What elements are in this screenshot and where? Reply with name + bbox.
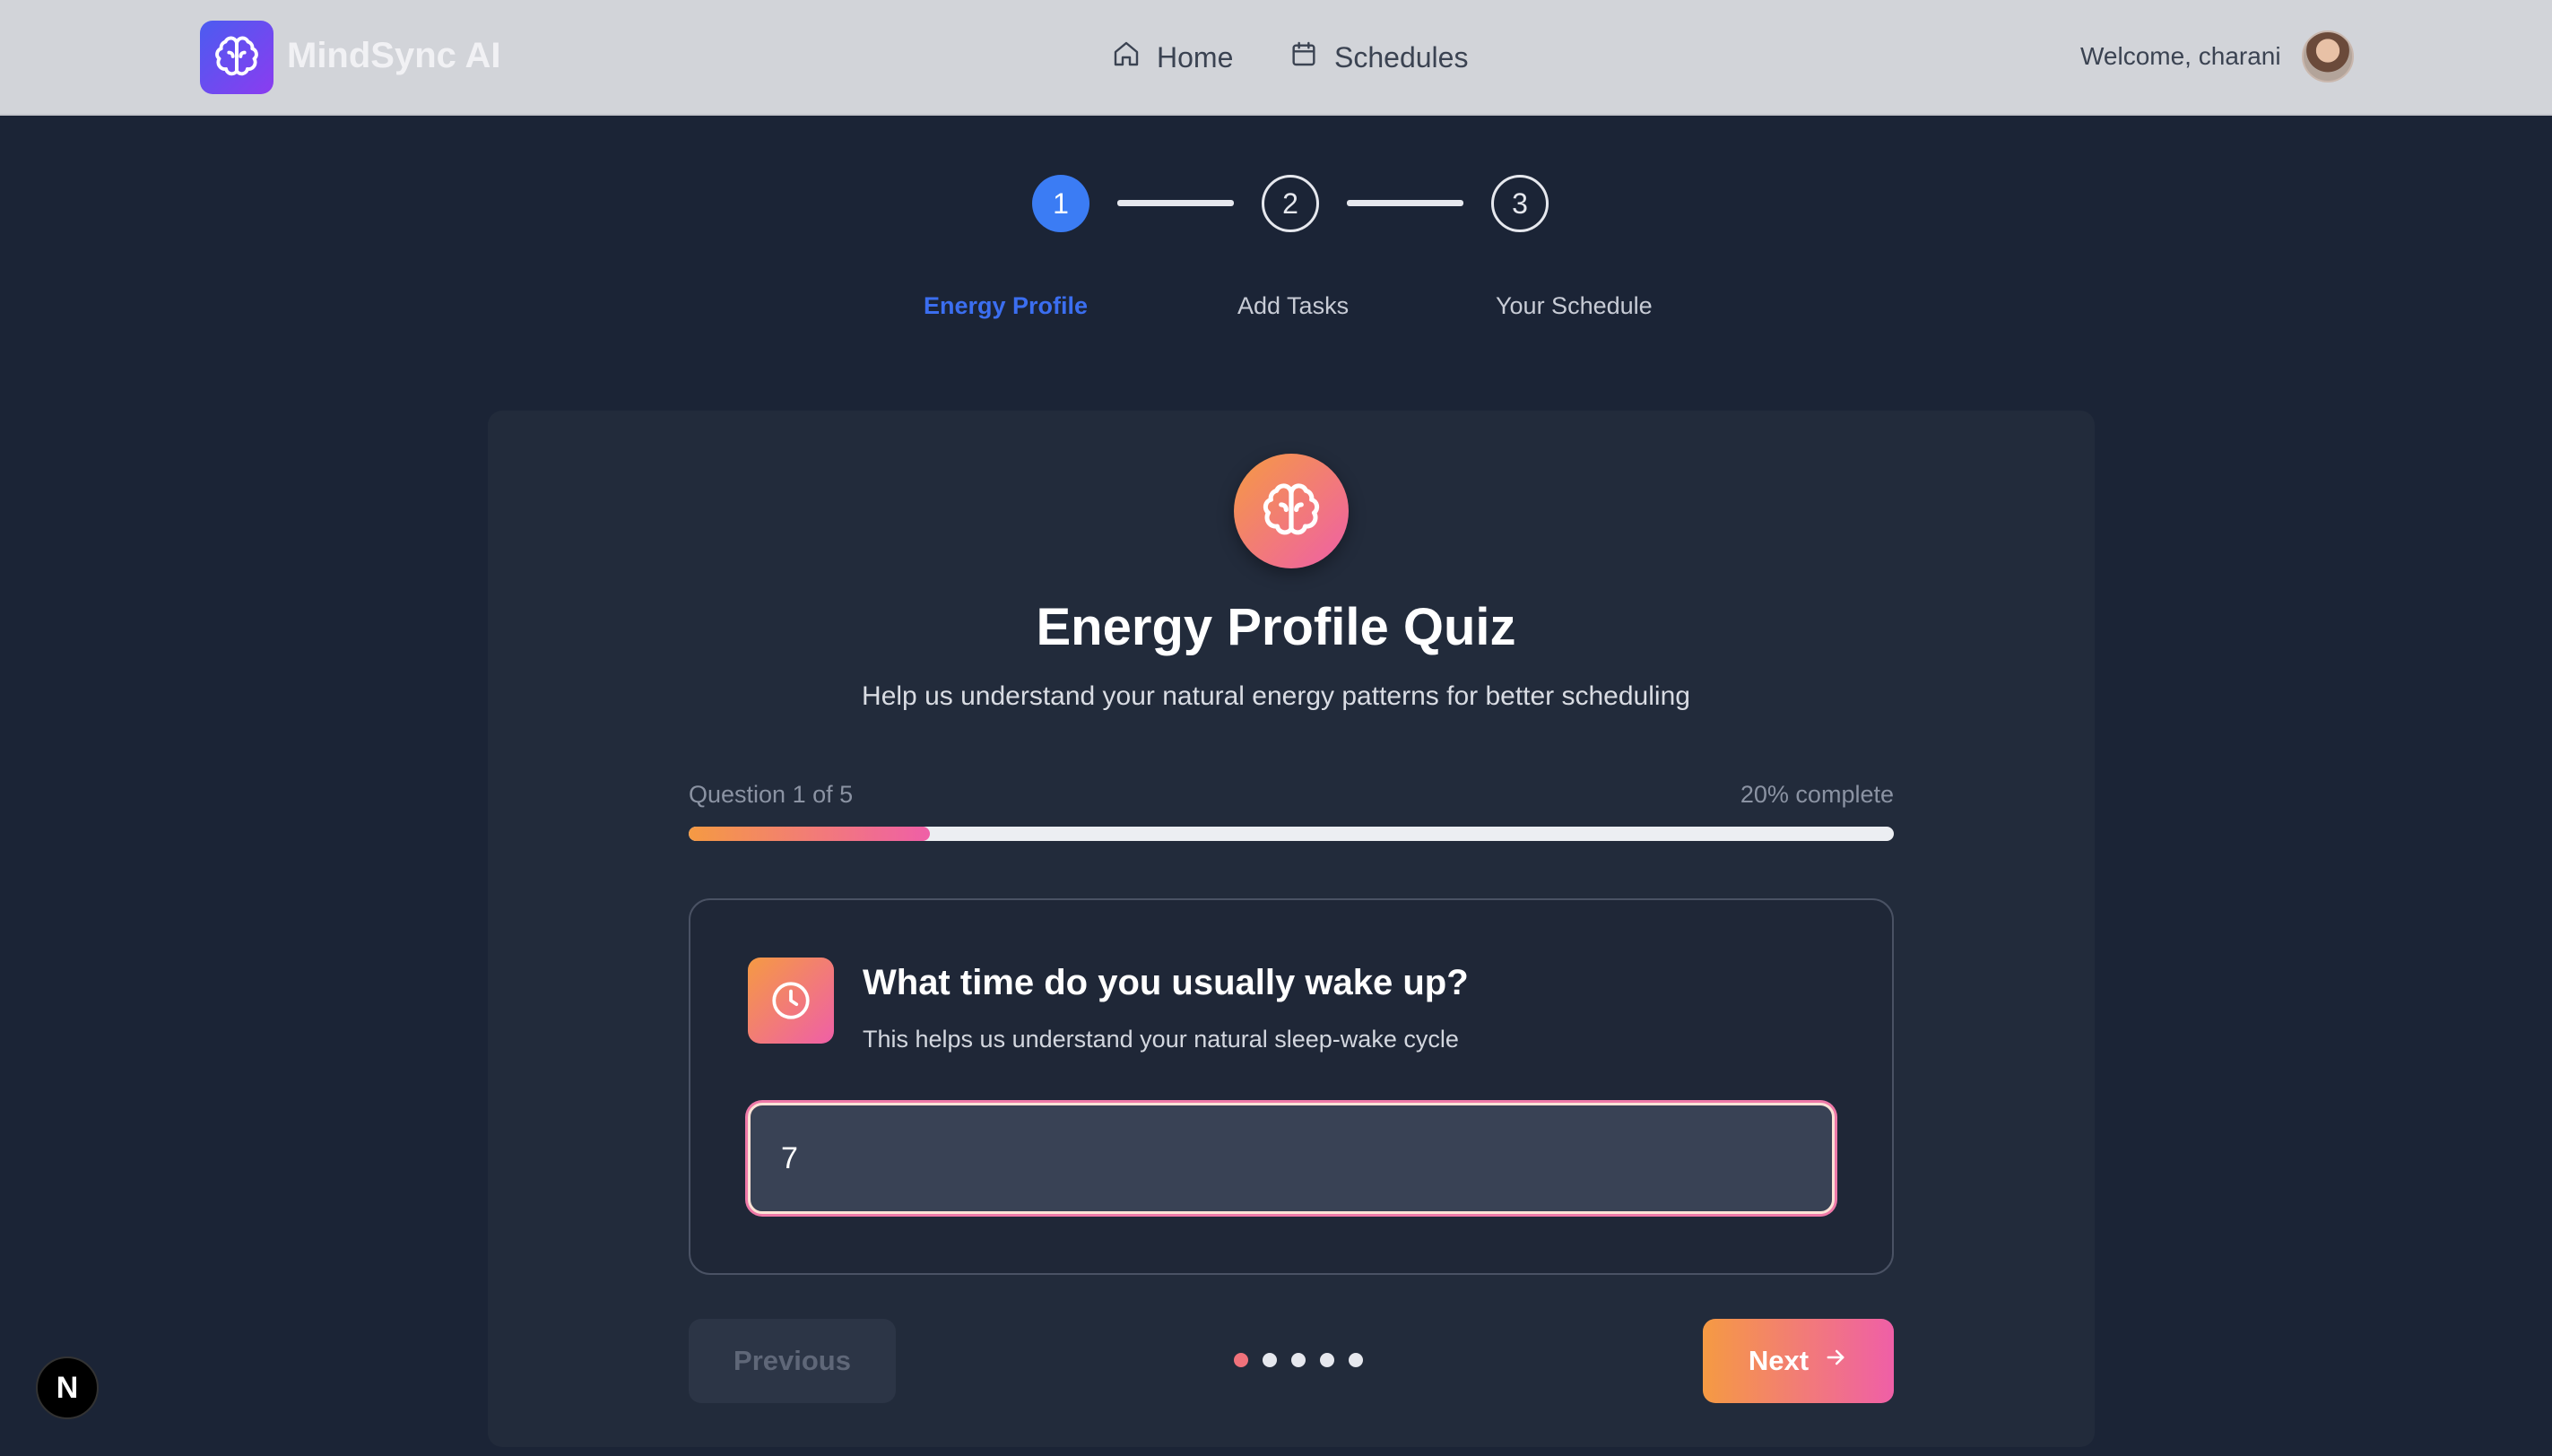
question-pagination-dots xyxy=(1234,1353,1363,1369)
progress-bar xyxy=(689,827,1894,841)
step-connector-1 xyxy=(1117,200,1234,206)
brain-icon xyxy=(1234,454,1349,568)
home-icon xyxy=(1112,39,1141,75)
app-name[interactable]: MindSync AI xyxy=(287,36,501,76)
step-1-indicator: 1 xyxy=(1032,175,1089,232)
page-title: Energy Profile Quiz xyxy=(1036,598,1516,656)
question-panel xyxy=(689,898,1894,1275)
question-title: What time do you usually wake up? xyxy=(863,963,1469,1002)
clock-icon xyxy=(748,958,834,1044)
previous-button[interactable]: Previous xyxy=(689,1319,896,1403)
welcome-text: Welcome, charani xyxy=(2080,42,2281,70)
top-navigation-bar: MindSync AI Home Schedules Welcome, char… xyxy=(0,0,2552,116)
brain-logo-icon[interactable] xyxy=(200,21,273,94)
next-button-label: Next xyxy=(1748,1345,1810,1376)
step-2-indicator: 2 xyxy=(1262,175,1319,232)
calendar-icon xyxy=(1289,39,1318,75)
wake-time-input[interactable] xyxy=(748,1103,1835,1214)
arrow-right-icon xyxy=(1823,1345,1848,1377)
page-subtitle: Help us understand your natural energy p… xyxy=(862,681,1690,711)
step-1-label: Energy Profile xyxy=(924,292,1089,319)
pagination-dot-5[interactable] xyxy=(1349,1353,1363,1367)
nav-home-link[interactable]: Home xyxy=(1112,39,1233,75)
question-counter: Question 1 of 5 xyxy=(689,781,854,808)
step-connector-2 xyxy=(1347,200,1463,206)
user-avatar[interactable] xyxy=(2302,30,2354,82)
next-button[interactable]: Next xyxy=(1703,1319,1894,1403)
pagination-dot-4[interactable] xyxy=(1320,1353,1334,1367)
step-3-label: Your Schedule xyxy=(1496,292,1653,319)
progress-bar-fill xyxy=(689,827,930,841)
pagination-dot-1[interactable] xyxy=(1234,1353,1248,1367)
nav-home-label: Home xyxy=(1157,40,1234,74)
nav-schedules-label: Schedules xyxy=(1334,40,1469,74)
question-description: This helps us understand your natural sl… xyxy=(863,1026,1459,1053)
progress-percent: 20% complete xyxy=(1740,781,1894,808)
step-3-indicator: 3 xyxy=(1491,175,1549,232)
pagination-dot-3[interactable] xyxy=(1291,1353,1306,1367)
pagination-dot-2[interactable] xyxy=(1263,1353,1277,1367)
step-2-label: Add Tasks xyxy=(1237,292,1350,319)
nav-schedules-link[interactable]: Schedules xyxy=(1289,39,1468,75)
dev-tools-badge[interactable]: N xyxy=(36,1356,99,1419)
